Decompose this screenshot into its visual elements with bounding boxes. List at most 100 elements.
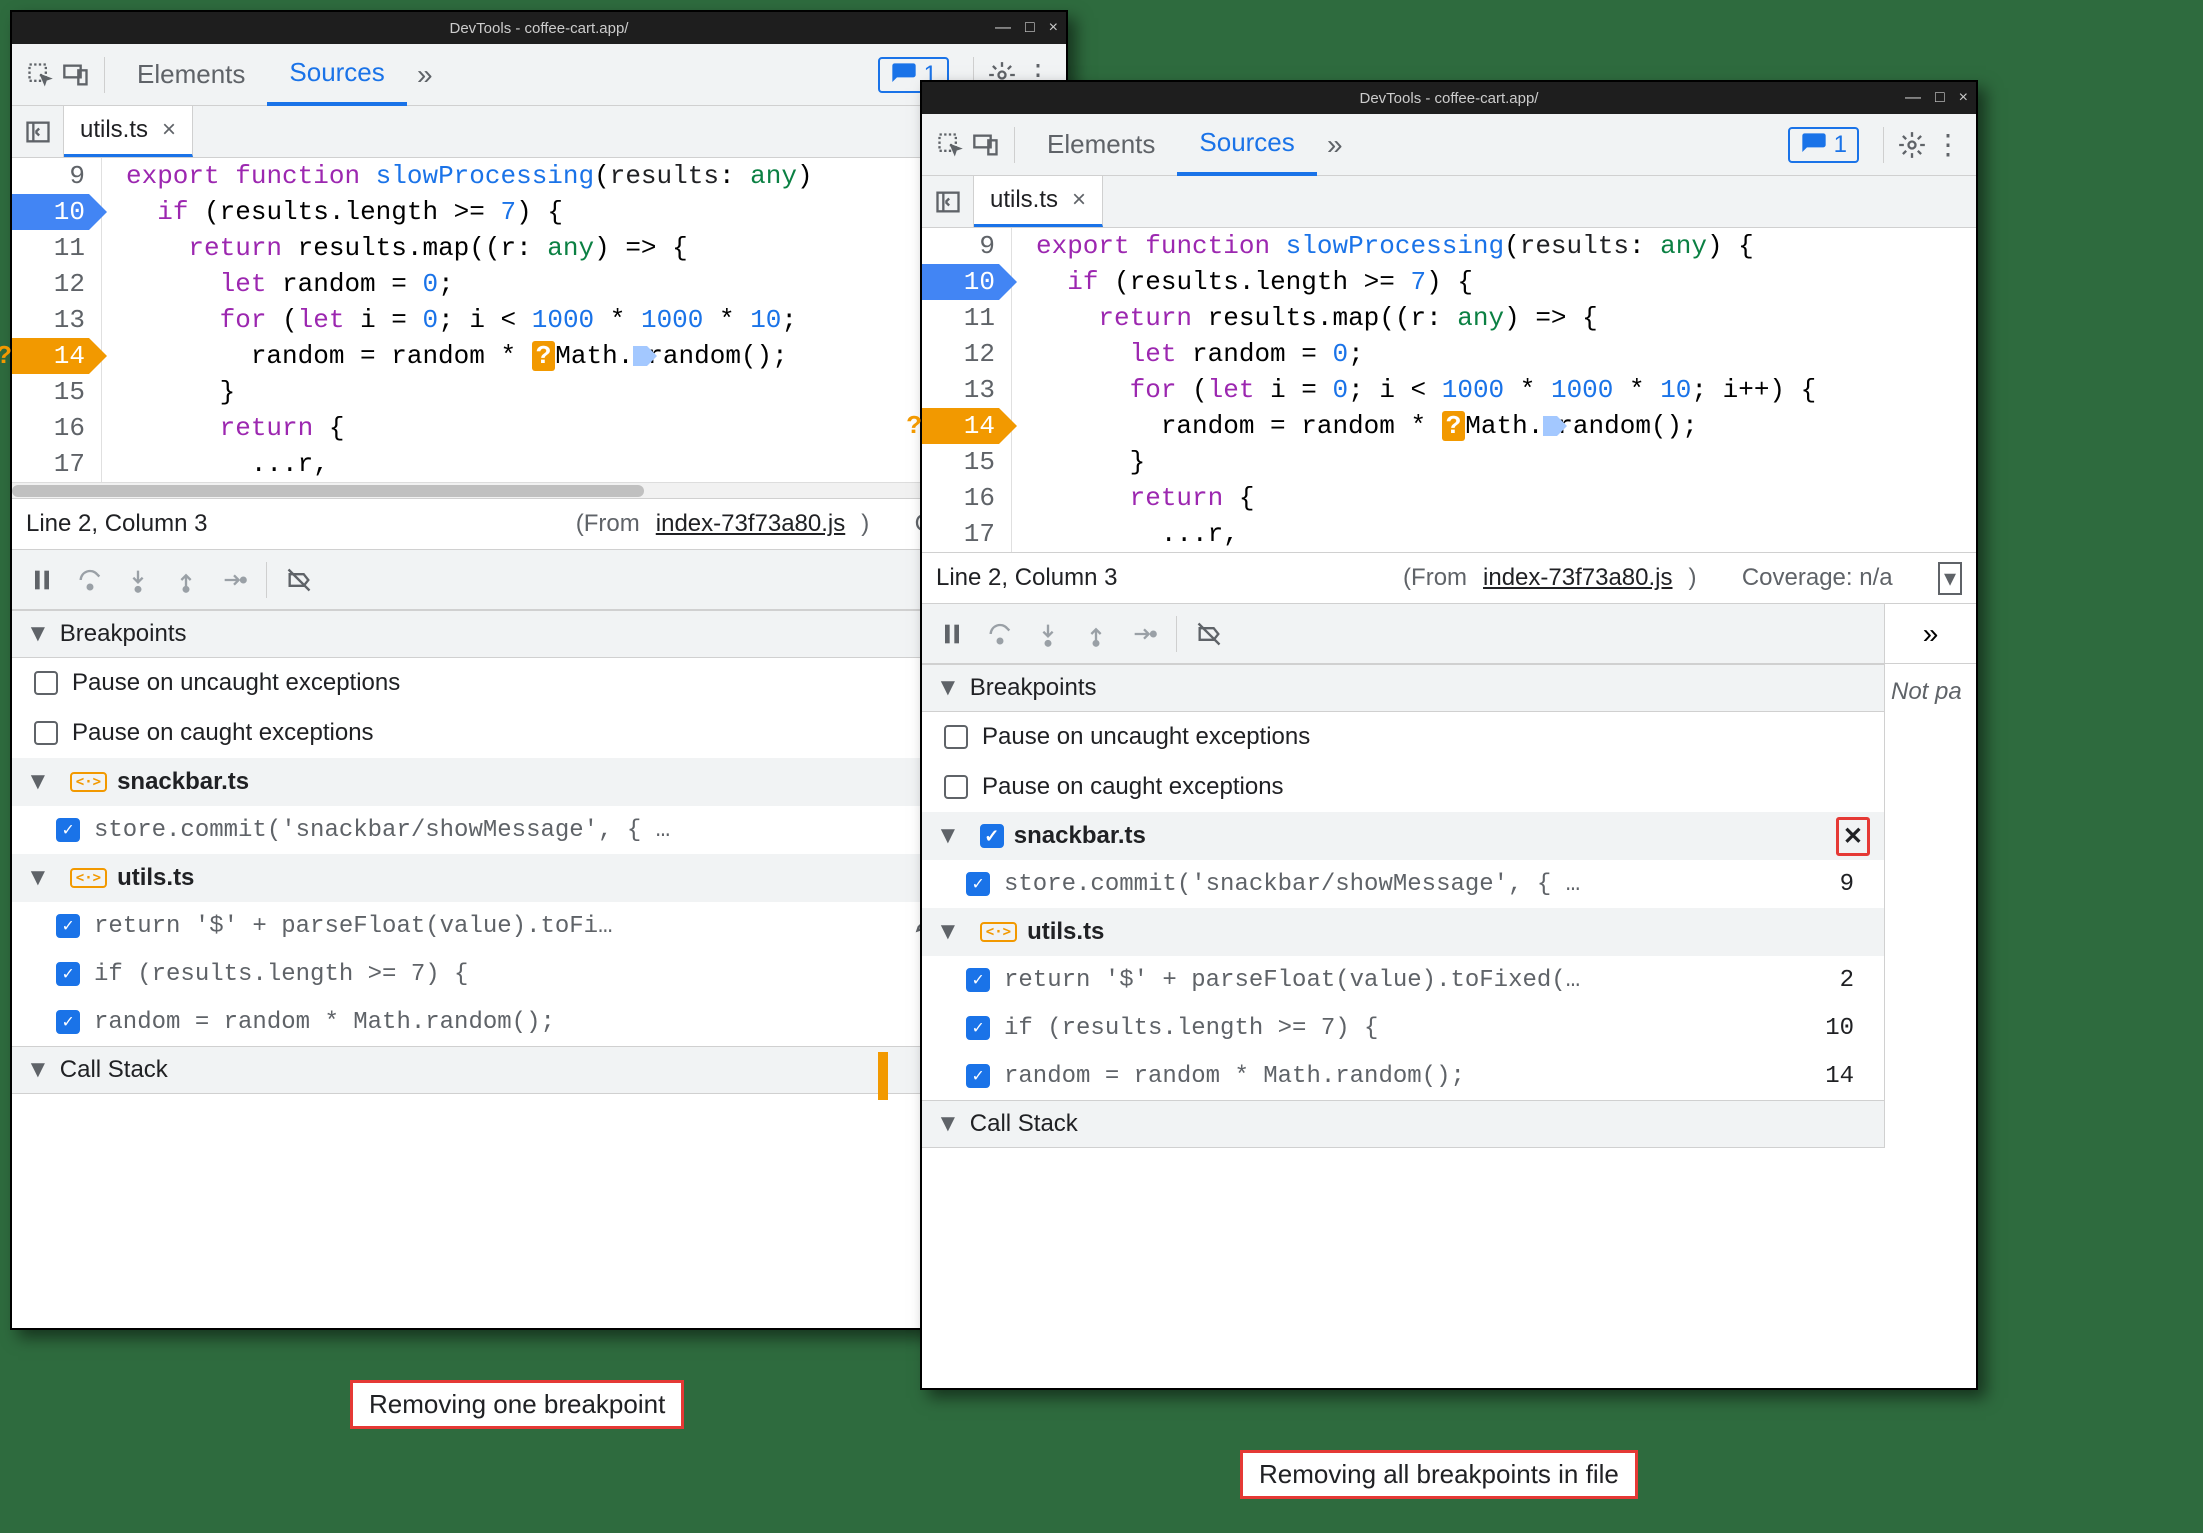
maximize-icon[interactable]: □ <box>1935 89 1945 107</box>
inspect-icon[interactable] <box>932 127 968 163</box>
pause-uncaught-row[interactable]: Pause on uncaught exceptions <box>12 658 1066 708</box>
code-content[interactable]: export function slowProcessing(results: … <box>1012 228 1976 552</box>
code-editor[interactable]: 9 10 11 12 13 14 15 16 17 export functio… <box>922 228 1976 552</box>
gear-icon[interactable] <box>1894 127 1930 163</box>
checkbox-unchecked[interactable] <box>944 775 968 799</box>
step-out-button[interactable] <box>1074 612 1118 656</box>
maximize-icon[interactable]: □ <box>1025 19 1035 37</box>
checkbox-checked[interactable]: ✓ <box>966 872 990 896</box>
breakpoint-file-group[interactable]: ▼ <·> utils.ts <box>12 854 1066 902</box>
close-icon[interactable]: × <box>1959 89 1968 107</box>
callstack-section-header[interactable]: ▼ Call Stack <box>922 1100 1884 1148</box>
breakpoint-item[interactable]: ✓ store.commit('snackbar/showMessage', {… <box>922 860 1884 908</box>
kebab-icon[interactable]: ⋮ <box>1930 127 1966 163</box>
inline-logpoint-icon[interactable]: ? <box>532 341 556 371</box>
tab-sources[interactable]: Sources <box>267 44 406 106</box>
checkbox-unchecked[interactable] <box>944 725 968 749</box>
chevron-down-icon: ▼ <box>936 822 960 850</box>
breakpoint-marker[interactable]: 10 <box>12 194 89 230</box>
checkbox-checked[interactable]: ✓ <box>980 824 1004 848</box>
breakpoint-file-group[interactable]: ▼ <·> utils.ts <box>922 908 1884 956</box>
pause-button[interactable] <box>930 612 974 656</box>
more-tabs-icon[interactable]: » <box>407 57 443 93</box>
more-panels-icon[interactable]: » <box>1885 604 1976 664</box>
issues-badge[interactable]: 1 <box>1788 127 1859 163</box>
pause-caught-row[interactable]: Pause on caught exceptions <box>12 708 1066 758</box>
more-tabs-icon[interactable]: » <box>1317 127 1353 163</box>
file-type-icon: <·> <box>980 922 1017 942</box>
file-tab-utils[interactable]: utils.ts × <box>974 176 1103 227</box>
cursor-position: Line 2, Column 3 <box>936 564 1117 592</box>
chevron-down-icon: ▼ <box>936 1110 960 1138</box>
conditional-breakpoint-marker[interactable]: 14 <box>12 338 89 374</box>
checkbox-checked[interactable]: ✓ <box>966 1064 990 1088</box>
pause-uncaught-row[interactable]: Pause on uncaught exceptions <box>922 712 1884 762</box>
titlebar[interactable]: DevTools - coffee-cart.app/ — □ × <box>922 82 1976 114</box>
gutter[interactable]: 9 10 11 12 13 14 15 16 17 <box>922 228 1012 552</box>
tab-sources[interactable]: Sources <box>1177 114 1316 176</box>
checkbox-checked[interactable]: ✓ <box>966 1016 990 1040</box>
breakpoint-marker[interactable]: 10 <box>922 264 999 300</box>
chevron-down-icon: ▼ <box>26 768 50 796</box>
titlebar[interactable]: DevTools - coffee-cart.app/ — □ × <box>12 12 1066 44</box>
checkbox-checked[interactable]: ✓ <box>56 818 80 842</box>
tab-elements[interactable]: Elements <box>1025 114 1177 176</box>
issues-count: 1 <box>1834 131 1847 159</box>
inline-breakpoint-icon[interactable] <box>1543 416 1557 436</box>
callstack-section-header[interactable]: ▼ Call Stack <box>12 1046 1066 1094</box>
breakpoints-section-header[interactable]: ▼ Breakpoints <box>922 664 1884 712</box>
step-button[interactable] <box>212 558 256 602</box>
conditional-breakpoint-marker[interactable]: 14 <box>922 408 999 444</box>
breakpoint-item[interactable]: ✓ random = random * Math.random(); 14 <box>12 998 1066 1046</box>
breakpoint-item[interactable]: ✓ if (results.length >= 7) { 10 <box>12 950 1066 998</box>
close-icon[interactable]: × <box>1049 19 1058 37</box>
inspect-icon[interactable] <box>22 57 58 93</box>
file-tabs: utils.ts × <box>12 106 1066 158</box>
deactivate-breakpoints-button[interactable] <box>277 558 321 602</box>
deactivate-breakpoints-button[interactable] <box>1187 612 1231 656</box>
breakpoint-item[interactable]: ✓ if (results.length >= 7) { 10 <box>922 1004 1884 1052</box>
breakpoint-item[interactable]: ✓ return '$' + parseFloat(value).toFixed… <box>922 956 1884 1004</box>
breakpoint-item[interactable]: ✓ random = random * Math.random(); 14 <box>922 1052 1884 1100</box>
checkbox-checked[interactable]: ✓ <box>966 968 990 992</box>
step-button[interactable] <box>1122 612 1166 656</box>
step-into-button[interactable] <box>1026 612 1070 656</box>
step-out-button[interactable] <box>164 558 208 602</box>
minimize-icon[interactable]: — <box>1905 89 1921 107</box>
breakpoints-section-header[interactable]: ▼ Breakpoints <box>12 610 1066 658</box>
gutter[interactable]: 9 10 11 12 13 14 15 16 17 <box>12 158 102 482</box>
pause-caught-row[interactable]: Pause on caught exceptions <box>922 762 1884 812</box>
step-over-button[interactable] <box>978 612 1022 656</box>
tab-elements[interactable]: Elements <box>115 44 267 106</box>
device-icon[interactable] <box>58 57 94 93</box>
checkbox-unchecked[interactable] <box>34 671 58 695</box>
pause-button[interactable] <box>20 558 64 602</box>
checkbox-unchecked[interactable] <box>34 721 58 745</box>
bottom-panel-toggle-icon[interactable]: ▾ <box>1938 562 1962 595</box>
source-map-link[interactable]: index-73f73a80.js <box>656 510 845 538</box>
window-title: DevTools - coffee-cart.app/ <box>1360 90 1539 107</box>
source-map-link[interactable]: index-73f73a80.js <box>1483 564 1672 592</box>
window-title: DevTools - coffee-cart.app/ <box>450 20 629 37</box>
checkbox-checked[interactable]: ✓ <box>56 1010 80 1034</box>
breakpoint-item[interactable]: ✓ store.commit('snackbar/showMessage', {… <box>12 806 1066 854</box>
inline-breakpoint-icon[interactable] <box>633 346 647 366</box>
breakpoint-file-group[interactable]: ▼ <·> snackbar.ts <box>12 758 1066 806</box>
device-icon[interactable] <box>968 127 1004 163</box>
breakpoint-file-group-hover[interactable]: ▼ ✓ snackbar.ts ✕ <box>922 812 1884 860</box>
close-tab-icon[interactable]: × <box>162 116 176 144</box>
breakpoint-item-hover[interactable]: ✓ return '$' + parseFloat(value).toFi… ✕… <box>12 902 1066 950</box>
step-over-button[interactable] <box>68 558 112 602</box>
file-tab-utils[interactable]: utils.ts × <box>64 106 193 157</box>
checkbox-checked[interactable]: ✓ <box>56 914 80 938</box>
minimize-icon[interactable]: — <box>995 19 1011 37</box>
navigator-toggle-icon[interactable] <box>12 106 64 157</box>
inline-logpoint-icon[interactable]: ? <box>1442 411 1466 441</box>
step-into-button[interactable] <box>116 558 160 602</box>
horizontal-scrollbar[interactable] <box>12 482 1066 498</box>
navigator-toggle-icon[interactable] <box>922 176 974 227</box>
checkbox-checked[interactable]: ✓ <box>56 962 80 986</box>
chevron-down-icon: ▼ <box>26 620 50 648</box>
close-tab-icon[interactable]: × <box>1072 186 1086 214</box>
remove-all-breakpoints-icon[interactable]: ✕ <box>1836 817 1870 856</box>
